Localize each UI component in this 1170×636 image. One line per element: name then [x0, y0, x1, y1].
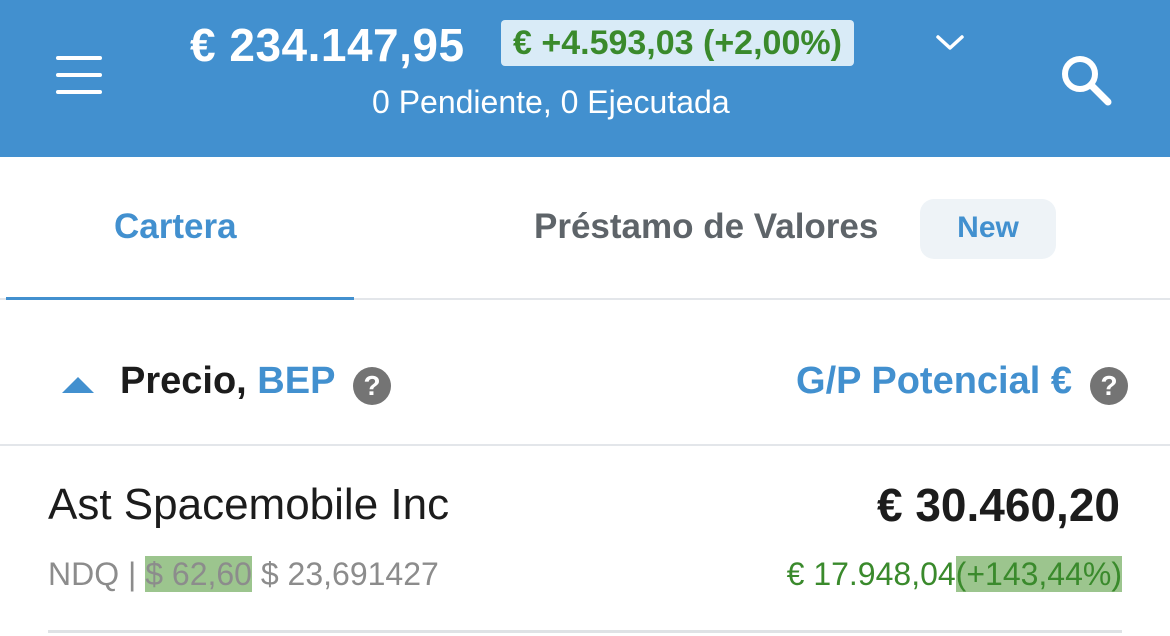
price-column-header[interactable]: Precio, BEP	[120, 360, 335, 403]
holding-pl: € 17.948,04(+143,44%)	[787, 546, 1122, 602]
help-icon[interactable]: ?	[1090, 367, 1128, 405]
break-even-price: $ 23,691427	[260, 556, 439, 592]
current-price: $ 62,60	[145, 556, 252, 592]
pl-amount: € 17.948,04	[786, 556, 956, 592]
search-icon[interactable]	[1056, 52, 1116, 108]
portfolio-balance: € 234.147,95	[190, 19, 465, 71]
holding-value: € 30.460,20	[876, 479, 1120, 531]
new-badge: New	[920, 199, 1056, 259]
tab-cartera-label: Cartera	[114, 207, 237, 246]
bep-label: BEP	[257, 360, 336, 402]
row-divider	[48, 630, 1122, 633]
holding-meta: NDQ | $ 62,60 $ 23,691427	[48, 546, 439, 602]
list-header: Precio, BEP ? G/P Potencial € ?	[0, 300, 1170, 446]
help-icon[interactable]: ?	[353, 367, 391, 405]
balance-row[interactable]: € 234.147,95 € +4.593,03 (+2,00%)	[0, 18, 1170, 72]
meta-separator: |	[128, 556, 137, 592]
orders-summary-text: 0 Pendiente, 0 Ejecutada	[372, 84, 730, 120]
price-label: Precio,	[120, 360, 247, 402]
tab-bar: Cartera Préstamo de Valores New	[0, 157, 1170, 302]
pl-column-header[interactable]: G/P Potencial €	[796, 360, 1072, 403]
exchange-label: NDQ	[48, 556, 120, 592]
holding-name: Ast Spacemobile Inc	[48, 480, 450, 529]
tab-prestamo-label: Préstamo de Valores	[534, 207, 879, 246]
holding-row[interactable]: Ast Spacemobile Inc € 30.460,20 NDQ | $ …	[0, 448, 1170, 633]
sort-up-icon[interactable]	[60, 375, 96, 395]
top-header: € 234.147,95 € +4.593,03 (+2,00%) 0 Pend…	[0, 0, 1170, 157]
chevron-down-icon[interactable]	[934, 30, 966, 54]
daily-change-badge: € +4.593,03 (+2,00%)	[501, 20, 854, 66]
tab-prestamo-de-valores[interactable]: Préstamo de Valores New	[520, 157, 1080, 300]
pl-percent: (+143,44%)	[955, 556, 1122, 592]
tab-cartera[interactable]: Cartera	[6, 157, 354, 302]
